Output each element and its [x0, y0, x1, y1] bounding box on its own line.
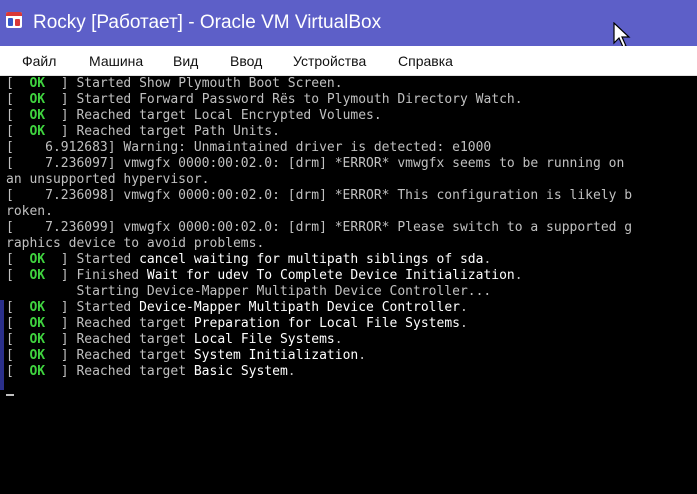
console-line: [ OK ] Finished Wait for udev To Complet… [6, 268, 523, 283]
log-target: Preparation for Local File Systems [193, 316, 460, 331]
status-ok: OK [29, 348, 46, 363]
console-line: [ OK ] Reached target Basic System. [6, 364, 296, 379]
menu-machine[interactable]: Машина [89, 53, 143, 69]
menu-bar: Файл Машина Вид Ввод Устройства Справка [0, 46, 697, 76]
log-action: Reached target [76, 316, 187, 331]
console-line: [ OK ] Reached target Path Units. [6, 124, 280, 139]
console-line: [ OK ] Started Device-Mapper Multipath D… [6, 300, 468, 315]
log-end: . [334, 332, 343, 347]
log-end: . [459, 316, 468, 331]
log-end: . [358, 348, 367, 363]
window-titlebar[interactable]: Rocky [Работает] - Oracle VM VirtualBox [0, 0, 697, 48]
log-text: [ 7.236097] vmwgfx 0000:00:02.0: [drm] *… [6, 156, 625, 171]
status-ok: OK [29, 124, 46, 139]
console-line: [ 7.236097] vmwgfx 0000:00:02.0: [drm] *… [6, 156, 632, 172]
console-line: [ 6.912683] Warning: Unmaintained driver… [6, 140, 632, 156]
log-action: Started [76, 300, 132, 315]
log-action: Reached target [76, 332, 187, 347]
log-target: Basic System [193, 364, 288, 379]
status-ok: OK [29, 364, 46, 379]
log-target: System Initialization [193, 348, 359, 363]
log-text: Starting Device-Mapper Multipath Device … [6, 284, 492, 299]
log-end: . [272, 124, 280, 139]
console-line: [ OK ] Started cancel waiting for multip… [6, 252, 492, 267]
status-ok: OK [29, 332, 46, 347]
vm-console-display[interactable]: [ OK ] Started Show Plymouth Boot Screen… [0, 76, 697, 494]
console-line: Starting Device-Mapper Multipath Device … [6, 284, 632, 300]
log-text: roken. [6, 204, 53, 219]
log-end: . [373, 108, 382, 123]
window-side-edge [0, 300, 4, 390]
menu-file[interactable]: Файл [22, 53, 56, 69]
console-line: raphics device to avoid problems. [6, 236, 632, 252]
status-ok: OK [29, 76, 46, 91]
menu-input[interactable]: Ввод [230, 53, 262, 69]
log-action: Reached target [76, 124, 187, 139]
log-end: . [334, 76, 343, 91]
log-target: Forward Password Rёs to Plymouth Directo… [139, 92, 515, 107]
console-line: an unsupported hypervisor. [6, 172, 632, 188]
status-ok: OK [29, 316, 46, 331]
log-target: cancel waiting for multipath siblings of… [139, 252, 484, 267]
log-action: Reached target [76, 108, 187, 123]
log-end: . [287, 364, 296, 379]
console-line: [ 7.236099] vmwgfx 0000:00:02.0: [drm] *… [6, 220, 632, 236]
log-target: Path Units [193, 124, 273, 139]
log-text: [ 7.236099] vmwgfx 0000:00:02.0: [drm] *… [6, 220, 633, 235]
log-text: [ 6.912683] Warning: Unmaintained driver… [6, 140, 492, 155]
console-line: [ OK ] Started Show Plymouth Boot Screen… [6, 76, 343, 91]
status-ok: OK [29, 252, 46, 267]
log-action: Started [76, 92, 132, 107]
console-line: [ 7.236098] vmwgfx 0000:00:02.0: [drm] *… [6, 188, 632, 204]
log-target: Local File Systems [193, 332, 335, 347]
log-action: Started [76, 76, 132, 91]
menu-help[interactable]: Справка [398, 53, 453, 69]
virtualbox-app-icon[interactable] [6, 12, 22, 28]
log-end: . [483, 252, 492, 267]
log-text: raphics device to avoid problems. [6, 236, 265, 251]
log-text: an unsupported hypervisor. [6, 172, 210, 187]
console-line: [ OK ] Reached target System Initializat… [6, 348, 367, 363]
log-target: Show Plymouth Boot Screen [139, 76, 335, 91]
log-end: . [514, 268, 523, 283]
console-cursor [6, 394, 14, 396]
status-ok: OK [29, 268, 46, 283]
log-action: Started [76, 252, 132, 267]
log-text: [ 7.236098] vmwgfx 0000:00:02.0: [drm] *… [6, 188, 633, 203]
log-action: Finished [76, 268, 140, 283]
status-ok: OK [29, 300, 46, 315]
window-title: Rocky [Работает] - Oracle VM VirtualBox [33, 12, 382, 33]
console-log: [ OK ] Started Show Plymouth Boot Screen… [6, 76, 632, 380]
log-action: Reached target [76, 348, 187, 363]
log-action: Reached target [76, 364, 187, 379]
console-line: roken. [6, 204, 632, 220]
status-ok: OK [29, 108, 46, 123]
log-target: Device-Mapper Multipath Device Controlle… [139, 300, 460, 315]
console-line: [ OK ] Reached target Local File Systems… [6, 332, 343, 347]
menu-devices[interactable]: Устройства [293, 53, 366, 69]
status-ok: OK [29, 92, 46, 107]
console-line: [ OK ] Reached target Local Encrypted Vo… [6, 108, 382, 123]
console-line: [ OK ] Reached target Preparation for Lo… [6, 316, 468, 331]
log-end: . [514, 92, 523, 107]
log-target: Local Encrypted Volumes [193, 108, 374, 123]
log-target: Wait for udev To Complete Device Initial… [146, 268, 515, 283]
console-line: [ OK ] Started Forward Password Rёs to P… [6, 92, 523, 107]
log-end: . [459, 300, 468, 315]
menu-view[interactable]: Вид [173, 53, 198, 69]
